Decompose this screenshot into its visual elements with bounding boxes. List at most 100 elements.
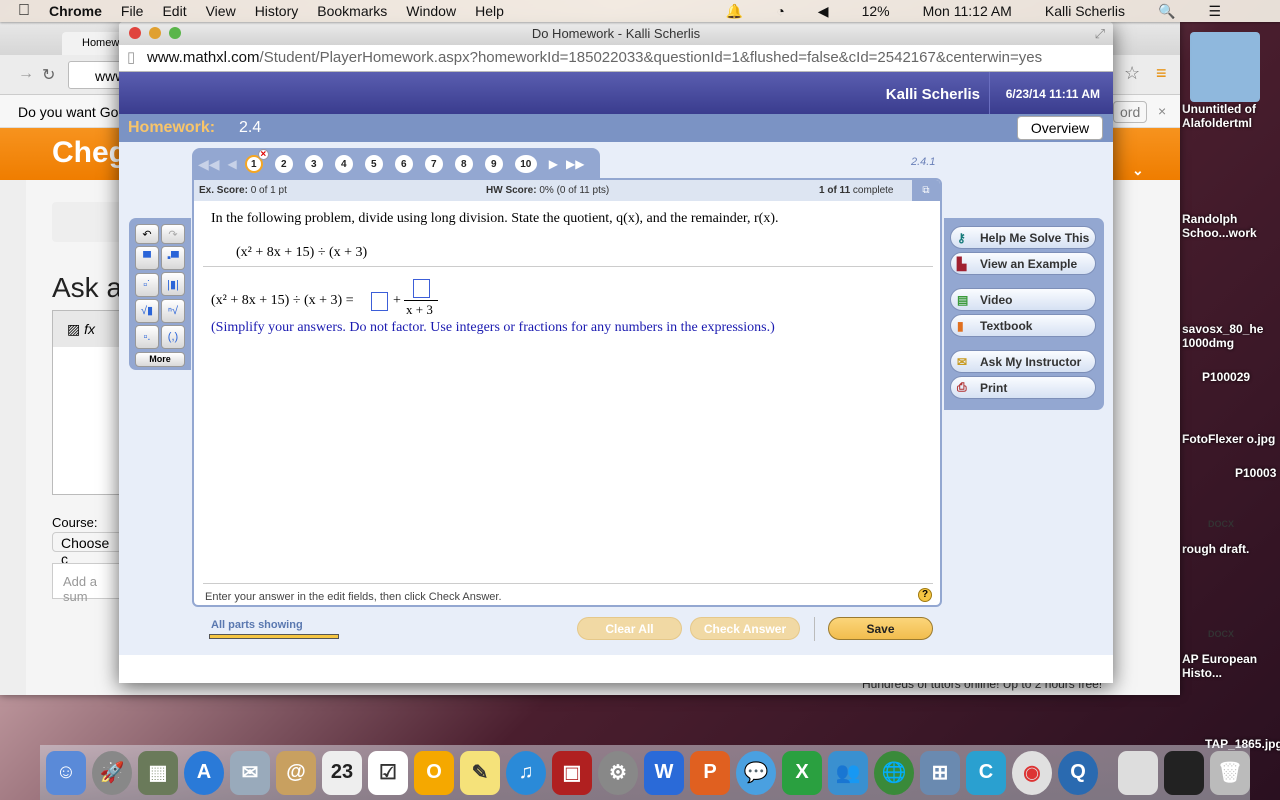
question-3-button[interactable]: 3 <box>304 155 323 173</box>
app-store-icon[interactable]: A <box>184 750 224 795</box>
docx-icon[interactable]: DOCX <box>1208 629 1234 639</box>
windows-icon[interactable]: ⊞ <box>920 750 960 795</box>
menu-edit[interactable]: Edit <box>162 3 186 19</box>
reminders-icon[interactable]: ☑ <box>368 750 408 795</box>
question-7-button[interactable]: 7 <box>424 155 443 173</box>
popout-icon[interactable]: ⧉ <box>912 180 940 201</box>
minimize-button[interactable] <box>149 27 161 39</box>
desktop-item[interactable]: savosx_80_he 1000dmg <box>1182 322 1280 350</box>
system-preferences-icon[interactable]: ⚙ <box>598 750 638 795</box>
summary-input[interactable]: Add a sum <box>52 563 122 604</box>
question-2-button[interactable]: 2 <box>274 155 293 173</box>
next-question-icon[interactable]: ▶ <box>549 157 558 171</box>
spotlight-icon[interactable]: 🔍 <box>1158 3 1175 20</box>
mixed-number-icon[interactable]: ▪▀ <box>161 246 185 270</box>
desktop-item[interactable]: FotoFlexer o.jpg <box>1182 432 1275 446</box>
image-icon[interactable]: ▨ <box>67 321 80 337</box>
menu-file[interactable]: File <box>121 3 144 19</box>
outlook-icon[interactable]: O <box>414 750 454 795</box>
notes-icon[interactable]: ✎ <box>460 750 500 795</box>
ask-instructor-button[interactable]: ✉ Ask My Instructor <box>950 350 1096 373</box>
previous-question-icon[interactable]: ◀ <box>228 157 237 171</box>
docx-icon[interactable]: DOCX <box>1208 519 1234 529</box>
video-button[interactable]: ▤ Video <box>950 288 1096 311</box>
ordered-pair-icon[interactable]: (,) <box>161 325 185 349</box>
desktop-item[interactable]: Ununtitled of Alafoldertml <box>1182 102 1280 130</box>
close-icon[interactable]: × <box>1158 103 1166 119</box>
menu-help[interactable]: Help <box>475 3 504 19</box>
menu-window[interactable]: Window <box>406 3 456 19</box>
menu-view[interactable]: View <box>206 3 236 19</box>
powerpoint-icon[interactable]: P <box>690 750 730 795</box>
zoom-button[interactable] <box>169 27 181 39</box>
desktop-item[interactable]: P10003 <box>1235 466 1276 480</box>
desktop-item[interactable]: rough draft. <box>1182 542 1249 556</box>
itunes-icon[interactable]: ♫ <box>506 750 546 795</box>
overview-button[interactable]: Overview <box>1017 116 1103 140</box>
question-1-button[interactable]: 1 × <box>244 149 269 173</box>
battery-status[interactable]: 12% <box>862 3 890 20</box>
desktop-item[interactable]: Randolph Schoo...work <box>1182 212 1280 240</box>
menu-icon[interactable]: ≡ <box>1156 63 1167 84</box>
print-button[interactable]: ⎙ Print <box>950 376 1096 399</box>
course-select[interactable]: Choose c <box>52 532 122 567</box>
view-example-button[interactable]: ▙ View an Example <box>950 252 1096 275</box>
question-5-button[interactable]: 5 <box>364 155 383 173</box>
quicktime-icon[interactable]: Q <box>1058 750 1098 795</box>
volume-icon[interactable]: ◀ <box>818 3 829 20</box>
launchpad-icon[interactable]: 🚀 <box>92 750 132 795</box>
contacts-icon[interactable]: @ <box>276 750 316 795</box>
textbook-button[interactable]: ▮ Textbook <box>950 314 1096 337</box>
c-app-icon[interactable]: C <box>966 750 1006 795</box>
sqrt-icon[interactable]: √▮ <box>135 298 159 323</box>
check-answer-button[interactable]: Check Answer <box>690 617 800 640</box>
redo-icon[interactable]: ↷ <box>161 224 185 244</box>
photo-icon[interactable]: ▦ <box>138 750 178 795</box>
remainder-input[interactable] <box>413 279 430 298</box>
exponent-icon[interactable]: ▫˙ <box>135 272 159 297</box>
user-menu[interactable]: Kalli Scherlis <box>1045 3 1125 20</box>
question-10-button[interactable]: 10 <box>514 155 537 173</box>
chrome-icon[interactable]: ◉ <box>1012 750 1052 795</box>
reload-icon[interactable]: ↻ <box>42 65 55 85</box>
menu-bookmarks[interactable]: Bookmarks <box>317 3 387 19</box>
messages-icon[interactable]: 💬 <box>736 750 776 795</box>
quotient-input[interactable] <box>371 292 388 311</box>
save-button[interactable]: Save <box>828 617 933 640</box>
trash-icon[interactable]: 🗑 <box>1210 750 1250 795</box>
window-thumbnail[interactable] <box>1164 750 1204 795</box>
notification-icon[interactable]: 🔔 <box>726 3 743 20</box>
clock[interactable]: Mon 11:12 AM <box>923 3 1012 20</box>
formula-icon[interactable]: fx <box>84 321 95 337</box>
word-icon[interactable]: W <box>644 750 684 795</box>
question-6-button[interactable]: 6 <box>394 155 413 173</box>
first-question-icon[interactable]: ◀◀ <box>198 156 220 173</box>
mail-icon[interactable]: ✉ <box>230 750 270 795</box>
absolute-value-icon[interactable]: |▮| <box>161 272 185 296</box>
question-8-button[interactable]: 8 <box>454 155 473 173</box>
fraction-icon[interactable]: ▀ <box>135 246 159 270</box>
chegg-logo[interactable]: Cheg <box>52 136 127 169</box>
fullscreen-icon[interactable]: ⤢ <box>1095 22 1105 45</box>
finder-icon[interactable]: ☺ <box>46 750 86 795</box>
globe-icon[interactable]: 🌐 <box>874 750 914 795</box>
help-me-solve-button[interactable]: ⚷ Help Me Solve This <box>950 226 1096 249</box>
wifi-icon[interactable]: ◔ <box>776 3 784 20</box>
photo-booth-icon[interactable]: ▣ <box>552 750 592 795</box>
subscript-icon[interactable]: ▫. <box>135 325 159 349</box>
menu-history[interactable]: History <box>255 3 299 19</box>
forward-icon[interactable]: → <box>18 65 34 83</box>
lync-icon[interactable]: 👥 <box>828 750 868 795</box>
excel-icon[interactable]: X <box>782 750 822 795</box>
calendar-icon[interactable]: 23 <box>322 750 362 795</box>
clear-all-button[interactable]: Clear All <box>577 617 682 640</box>
help-icon[interactable]: ? <box>918 588 932 602</box>
question-4-button[interactable]: 4 <box>334 155 353 173</box>
question-9-button[interactable]: 9 <box>484 155 503 173</box>
apple-icon[interactable]:  <box>18 2 30 20</box>
star-icon[interactable]: ☆ <box>1124 63 1140 84</box>
menu-app[interactable]: Chrome <box>49 3 102 19</box>
desktop-item[interactable]: P100029 <box>1202 370 1250 384</box>
close-button[interactable] <box>129 27 141 39</box>
never-button[interactable]: ord <box>1113 101 1148 123</box>
